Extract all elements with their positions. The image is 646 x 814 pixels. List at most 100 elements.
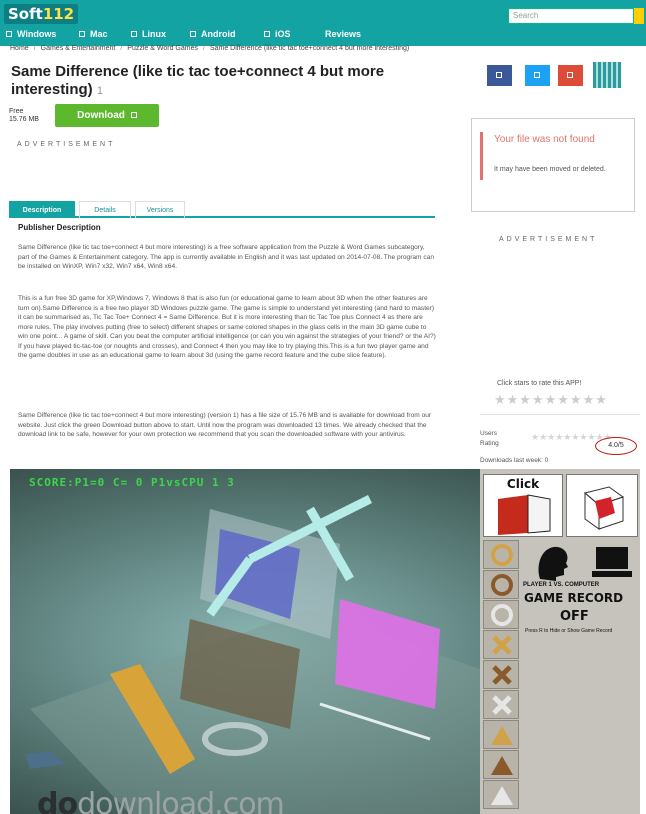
ios-icon xyxy=(264,31,270,37)
facebook-icon xyxy=(496,72,502,78)
logo-text: Soft xyxy=(8,5,43,23)
click-shape-icon xyxy=(498,494,551,535)
watermark-rest: download.com xyxy=(77,787,285,814)
publisher-description-heading: Publisher Description xyxy=(18,223,101,232)
pyramid-piece-icon xyxy=(491,756,513,775)
divider xyxy=(480,414,640,415)
ring-piece-icon xyxy=(491,574,513,596)
rating-label: Rating xyxy=(480,440,499,447)
tab-description[interactable]: Description xyxy=(9,201,75,218)
piece-slot xyxy=(483,570,519,599)
search-button[interactable] xyxy=(634,8,644,24)
breadcrumb-current: Same Difference (like tic tac toe+connec… xyxy=(209,45,410,52)
ring-piece-icon xyxy=(491,604,513,626)
page-title: Same Difference (like tic tac toe+connec… xyxy=(11,63,441,100)
advertisement-label-sidebar: ADVERTISEMENT xyxy=(499,236,598,243)
nav-windows[interactable]: Windows xyxy=(6,29,56,39)
breadcrumb-category[interactable]: Games & Entertainment xyxy=(41,45,116,52)
file-info: Free 15.76 MB xyxy=(9,108,39,124)
players-label: PLAYER 1 VS. COMPUTER xyxy=(523,582,600,588)
piece-slot xyxy=(483,750,519,779)
nav-label: Linux xyxy=(142,29,166,39)
nav-label: Windows xyxy=(17,29,57,39)
breadcrumb-separator: / xyxy=(33,45,36,52)
notice-accent xyxy=(480,132,483,180)
facebook-share-button[interactable] xyxy=(487,65,512,86)
piece-slot xyxy=(483,780,519,809)
nav-label: iOS xyxy=(275,29,291,39)
piece-slot xyxy=(483,630,519,659)
size-label: 15.76 MB xyxy=(9,116,39,123)
player-head-icon xyxy=(538,546,568,581)
breadcrumb: Home / Games & Entertainment / Puzzle & Word… xyxy=(10,45,409,52)
game-record-hint: Press R to Hide or Show Game Record xyxy=(525,628,613,634)
rating-value: 4.0/5 xyxy=(595,437,637,455)
twitter-icon xyxy=(534,72,540,78)
qr-code-icon[interactable] xyxy=(593,62,621,88)
site-logo[interactable]: Soft112 xyxy=(4,4,79,24)
description-paragraph: Same Difference (like tic tac toe+connec… xyxy=(18,412,432,438)
downloads-last-week: Downloads last week: 0 xyxy=(480,457,549,464)
google-plus-icon xyxy=(567,72,573,78)
breadcrumb-home[interactable]: Home xyxy=(10,45,29,52)
android-icon xyxy=(190,31,196,37)
download-icon xyxy=(130,112,137,118)
description-paragraph: Same Difference (like tic tac toe+connec… xyxy=(18,244,435,270)
content-tabs: Description Details Versions xyxy=(9,201,435,218)
download-label: Download xyxy=(77,110,125,121)
piece-slot xyxy=(483,720,519,749)
nav-label: Mac xyxy=(90,29,108,39)
title-text: Same Difference (like tic tac toe+connec… xyxy=(11,63,385,98)
nav-label: Reviews xyxy=(325,29,362,39)
score-hud: SCORE:P1=0 C= 0 P1vsCPU 1 3 xyxy=(29,476,235,489)
nav-ios[interactable]: iOS xyxy=(264,29,291,39)
twitter-share-button[interactable] xyxy=(525,65,550,86)
linux-icon xyxy=(131,31,137,37)
tab-details[interactable]: Details xyxy=(79,201,131,218)
notice-heading: Your file was not found xyxy=(494,134,595,145)
nav-label: Android xyxy=(201,29,236,39)
file-not-found-notice: Your file was not found It may have been… xyxy=(471,118,635,212)
game-record-state: OFF xyxy=(560,609,589,624)
cube-icon xyxy=(583,486,625,530)
computer-icon xyxy=(592,547,632,577)
site-header: Soft112 Search Windows Mac Linux Android… xyxy=(0,0,646,46)
google-share-button[interactable] xyxy=(558,65,583,86)
search-input[interactable]: Search xyxy=(508,8,634,24)
nav-android[interactable]: Android xyxy=(190,29,236,39)
cross-piece-icon xyxy=(492,695,512,715)
download-button[interactable]: Download xyxy=(55,104,159,127)
apple-icon xyxy=(79,31,85,37)
piece-slot xyxy=(483,540,519,569)
tab-versions[interactable]: Versions xyxy=(135,201,185,218)
ring-piece-icon xyxy=(491,544,513,566)
nav-mac[interactable]: Mac xyxy=(79,29,108,39)
game-record-title: GAME RECORD xyxy=(524,591,624,605)
piece-slot xyxy=(483,690,519,719)
game-screenshot: SCORE:P1=0 C= 0 P1vsCPU 1 3 Click PLAYER… xyxy=(10,469,640,814)
nav-linux[interactable]: Linux xyxy=(131,29,166,39)
watermark-bold: do xyxy=(37,787,78,814)
cube-view-tile xyxy=(566,474,638,537)
rate-hint: Click stars to rate this APP! xyxy=(497,380,582,387)
rate-stars[interactable]: ★★★★★★★★★ xyxy=(494,392,608,408)
windows-icon xyxy=(6,31,12,37)
users-label: Users xyxy=(480,430,497,437)
pyramid-piece-icon xyxy=(491,726,513,745)
breadcrumb-separator: / xyxy=(120,45,123,52)
cross-piece-icon xyxy=(492,635,512,655)
logo-number: 112 xyxy=(42,5,75,23)
watermark: dodownload.com xyxy=(37,787,285,814)
price-label: Free xyxy=(9,108,24,115)
nav-reviews[interactable]: Reviews xyxy=(325,29,361,39)
description-paragraph: This is a fun free 3D game for XP,Window… xyxy=(18,295,436,359)
click-tile: Click xyxy=(483,474,563,537)
advertisement-label: ADVERTISEMENT xyxy=(17,141,116,148)
breadcrumb-subcategory[interactable]: Puzzle & Word Games xyxy=(127,45,198,52)
cross-piece-icon xyxy=(492,665,512,685)
pyramid-piece-icon xyxy=(491,786,513,805)
piece-slot xyxy=(483,660,519,689)
breadcrumb-separator: / xyxy=(202,45,205,52)
main-nav: Windows Mac Linux Android iOS Reviews xyxy=(0,26,646,44)
game-board xyxy=(25,494,480,814)
